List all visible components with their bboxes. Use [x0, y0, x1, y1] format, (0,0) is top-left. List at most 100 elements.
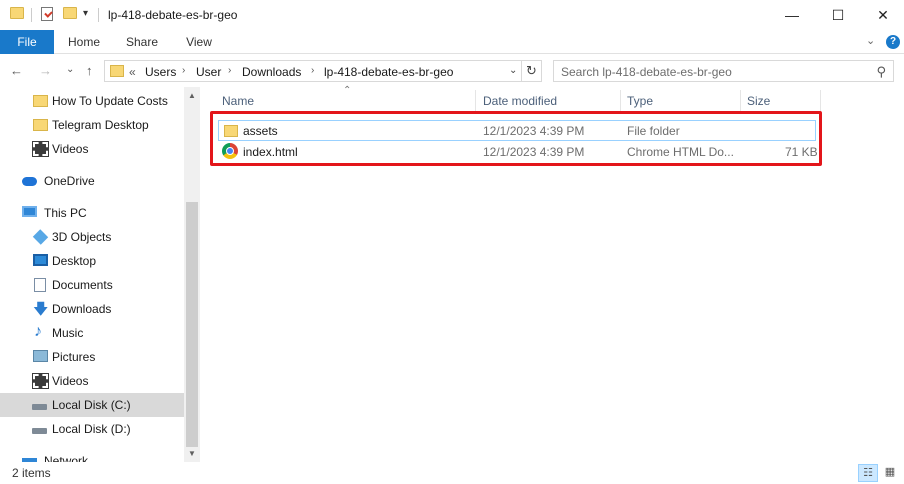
sidebar-item-label: This PC [44, 206, 87, 220]
refresh-button[interactable]: ↻ [522, 60, 542, 82]
sidebar-item-telegram-desktop[interactable]: Telegram Desktop [0, 113, 184, 137]
file-name: assets [243, 124, 278, 138]
recent-locations-button[interactable]: ⌄ [66, 64, 74, 75]
search-input[interactable]: Search lp-418-debate-es-br-geo ⚲ [553, 60, 894, 82]
column-header-date-modified[interactable]: Date modified [483, 94, 557, 108]
sidebar-item-local-disk-d[interactable]: Local Disk (D:) [0, 417, 184, 441]
tab-view[interactable]: View [176, 30, 222, 54]
sidebar-item-label: Downloads [52, 302, 112, 316]
picture-icon [33, 350, 48, 362]
maximize-button[interactable]: ☐ [815, 0, 861, 30]
sidebar-item-label: Network [44, 454, 89, 462]
file-type: Chrome HTML Do... [627, 145, 734, 159]
file-type: File folder [627, 124, 680, 138]
sidebar-item-label: Desktop [52, 254, 97, 268]
scrollbar-thumb[interactable] [186, 202, 198, 447]
column-divider[interactable] [740, 90, 741, 114]
address-dropdown-icon[interactable]: ⌄ [509, 65, 517, 76]
scroll-up-icon[interactable]: ▲ [188, 91, 196, 100]
back-button[interactable]: ← [10, 63, 23, 78]
address-bar[interactable]: « Users › User › Downloads › lp-418-deba… [104, 60, 522, 82]
sidebar-item-3d-objects[interactable]: 3D Objects [0, 225, 184, 249]
close-button[interactable]: ✕ [860, 0, 904, 30]
disk-icon [32, 404, 47, 410]
sidebar-item-videos[interactable]: Videos [0, 369, 184, 393]
breadcrumb-current-folder[interactable]: lp-418-debate-es-br-geo [324, 65, 453, 79]
breadcrumb-downloads[interactable]: Downloads [242, 65, 301, 79]
scroll-down-icon[interactable]: ▼ [188, 449, 196, 458]
file-name: index.html [243, 145, 298, 159]
sidebar-item-label: Documents [52, 278, 113, 292]
window-title: lp-418-debate-es-br-geo [108, 8, 238, 22]
help-icon[interactable]: ? [886, 35, 900, 49]
sidebar-item-documents[interactable]: Documents [0, 273, 184, 297]
sidebar-item-downloads[interactable]: 🡇 Downloads [0, 297, 184, 321]
sidebar-item-onedrive[interactable]: OneDrive [0, 169, 184, 193]
breadcrumb-users[interactable]: Users [145, 65, 176, 79]
navigation-bar: ← → ⌄ ↑ « Users › User › Downloads › lp-… [0, 55, 904, 87]
new-folder-icon[interactable] [63, 7, 77, 19]
column-divider[interactable] [820, 90, 821, 114]
up-button[interactable]: ↑ [86, 63, 93, 78]
document-icon [34, 278, 46, 292]
sidebar-item-how-to-update-costs[interactable]: How To Update Costs [0, 89, 184, 113]
quick-access-dropdown-icon[interactable]: ▾ [83, 8, 88, 19]
sidebar-item-label: Videos [52, 374, 89, 388]
sidebar-item-videos[interactable]: Videos [0, 137, 184, 161]
file-size: 71 KB [785, 145, 818, 159]
minimize-button[interactable]: — [769, 0, 815, 30]
chrome-icon [222, 143, 238, 159]
sidebar-item-label: Local Disk (C:) [52, 398, 131, 412]
file-date-modified: 12/1/2023 4:39 PM [483, 145, 585, 159]
breadcrumb-separator[interactable]: › [311, 65, 314, 76]
folder-icon [224, 125, 238, 137]
folder-icon [33, 119, 48, 131]
column-divider[interactable] [620, 90, 621, 114]
sidebar-item-label: Music [52, 326, 84, 340]
divider [31, 8, 32, 22]
sidebar-item-label: 3D Objects [52, 230, 112, 244]
status-bar: 2 items ☷ ▦ [0, 462, 904, 484]
folder-icon [33, 95, 48, 107]
breadcrumb-user[interactable]: User [196, 65, 221, 79]
tab-share[interactable]: Share [118, 30, 166, 54]
desktop-icon [33, 254, 48, 266]
table-row[interactable]: index.html 12/1/2023 4:39 PM Chrome HTML… [218, 141, 818, 162]
sidebar-scrollbar[interactable]: ▲ ▼ [184, 87, 200, 462]
search-icon[interactable]: ⚲ [876, 64, 886, 80]
computer-icon [22, 206, 37, 217]
large-icons-view-button[interactable]: ▦ [880, 464, 900, 482]
disk-icon [32, 428, 47, 434]
sidebar-item-label: Pictures [52, 350, 96, 364]
sidebar-item-label: How To Update Costs [52, 94, 168, 108]
forward-button[interactable]: → [39, 63, 52, 78]
column-header-size[interactable]: Size [747, 94, 770, 108]
sidebar-item-label: Local Disk (D:) [52, 422, 131, 436]
tab-home[interactable]: Home [60, 30, 108, 54]
sidebar-item-local-disk-c[interactable]: Local Disk (C:) [0, 393, 184, 417]
video-icon [32, 141, 49, 157]
sidebar-item-label: Videos [52, 142, 89, 156]
properties-icon[interactable] [41, 7, 53, 21]
breadcrumb-overflow[interactable]: « [129, 65, 136, 79]
table-row[interactable]: assets 12/1/2023 4:39 PM File folder [218, 120, 816, 141]
cloud-icon [22, 177, 37, 186]
column-divider[interactable] [475, 90, 476, 114]
sidebar-item-pictures[interactable]: Pictures [0, 345, 184, 369]
sidebar-item-network[interactable]: Network [0, 449, 184, 462]
title-bar: ▾ lp-418-debate-es-br-geo — ☐ ✕ [0, 0, 904, 30]
column-header-name[interactable]: Name [222, 94, 254, 108]
tab-file[interactable]: File [0, 30, 54, 54]
ribbon-collapse-icon[interactable]: ⌄ [866, 34, 875, 47]
breadcrumb-separator[interactable]: › [182, 65, 185, 76]
sidebar-item-label: OneDrive [44, 174, 95, 188]
breadcrumb-separator[interactable]: › [228, 65, 231, 76]
cube-icon [32, 229, 49, 245]
sidebar-item-desktop[interactable]: Desktop [0, 249, 184, 273]
details-view-button[interactable]: ☷ [858, 464, 878, 482]
column-header-type[interactable]: Type [627, 94, 653, 108]
video-icon [32, 373, 49, 389]
folder-icon[interactable] [10, 7, 24, 19]
sidebar-item-music[interactable]: ♪ Music [0, 321, 184, 345]
sidebar-item-this-pc[interactable]: This PC [0, 201, 184, 225]
